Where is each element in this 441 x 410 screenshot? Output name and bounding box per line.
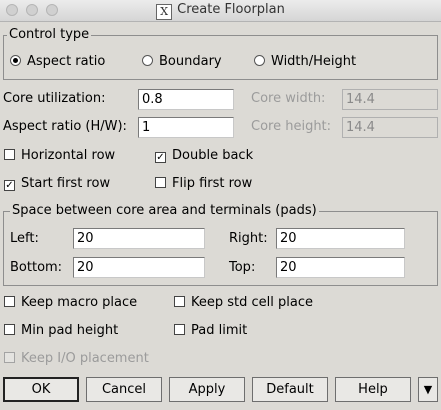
cancel-button[interactable]: Cancel <box>86 377 162 402</box>
core-width-input: 14.4 <box>342 89 438 110</box>
more-options-button[interactable]: ▼ <box>418 377 438 402</box>
window-title-area: X Create Floorplan <box>0 2 441 20</box>
start-first-row-label: Start first row <box>21 176 111 191</box>
checkbox-unchecked-icon[interactable] <box>4 149 15 160</box>
start-first-row-checkbox[interactable]: ✓ Start first row <box>4 176 110 191</box>
x11-logo-icon: X <box>156 4 173 20</box>
aspect-ratio-label: Aspect ratio (H/W): <box>3 119 127 134</box>
bottom-input[interactable]: 20 <box>73 257 205 278</box>
core-width-label: Core width: <box>251 91 326 106</box>
radio-aspect-ratio-label: Aspect ratio <box>27 54 106 69</box>
checkbox-unchecked-icon[interactable] <box>174 296 185 307</box>
keep-macro-place-checkbox[interactable]: Keep macro place <box>4 295 137 310</box>
radio-boundary-label: Boundary <box>159 54 222 69</box>
radio-boundary[interactable]: Boundary <box>142 54 222 69</box>
keep-io-placement-label: Keep I/O placement <box>21 351 149 366</box>
right-input[interactable]: 20 <box>276 228 405 249</box>
checkbox-unchecked-icon[interactable] <box>174 324 185 335</box>
checkbox-checked-icon[interactable]: ✓ <box>4 180 15 191</box>
radio-width-height[interactable]: Width/Height <box>254 54 356 69</box>
core-utilization-label: Core utilization: <box>3 91 106 106</box>
radio-unselected-icon[interactable] <box>142 55 153 66</box>
checkbox-unchecked-icon[interactable] <box>4 296 15 307</box>
min-pad-height-label: Min pad height <box>21 323 119 338</box>
core-height-label: Core height: <box>251 119 332 134</box>
left-label: Left: <box>10 231 39 246</box>
checkbox-disabled-icon <box>4 352 15 363</box>
keep-std-cell-place-checkbox[interactable]: Keep std cell place <box>174 295 313 310</box>
apply-button[interactable]: Apply <box>169 377 245 402</box>
flip-first-row-label: Flip first row <box>172 176 253 191</box>
window-title: Create Floorplan <box>177 2 285 17</box>
aspect-ratio-input[interactable]: 1 <box>138 117 234 138</box>
double-back-checkbox[interactable]: ✓ Double back <box>155 148 253 163</box>
flip-first-row-checkbox[interactable]: Flip first row <box>155 176 252 191</box>
help-button[interactable]: Help <box>335 377 411 402</box>
radio-width-height-label: Width/Height <box>271 54 357 69</box>
top-label: Top: <box>229 260 256 275</box>
default-button[interactable]: Default <box>252 377 328 402</box>
checkbox-checked-icon[interactable]: ✓ <box>155 152 166 163</box>
min-pad-height-checkbox[interactable]: Min pad height <box>4 323 118 338</box>
checkbox-unchecked-icon[interactable] <box>155 177 166 188</box>
horizontal-row-label: Horizontal row <box>21 148 116 163</box>
radio-selected-icon[interactable] <box>10 55 21 66</box>
horizontal-row-checkbox[interactable]: Horizontal row <box>4 148 115 163</box>
radio-unselected-icon[interactable] <box>254 55 265 66</box>
chevron-down-icon: ▼ <box>423 383 433 396</box>
checkbox-unchecked-icon[interactable] <box>4 324 15 335</box>
bottom-label: Bottom: <box>10 260 63 275</box>
radio-aspect-ratio[interactable]: Aspect ratio <box>10 54 105 69</box>
core-utilization-input[interactable]: 0.8 <box>138 89 234 110</box>
keep-io-placement-checkbox: Keep I/O placement <box>4 351 149 366</box>
top-input[interactable]: 20 <box>276 257 405 278</box>
keep-std-cell-place-label: Keep std cell place <box>191 295 313 310</box>
spacing-legend: Space between core area and terminals (p… <box>10 203 319 218</box>
pad-limit-label: Pad limit <box>191 323 248 338</box>
keep-macro-place-label: Keep macro place <box>21 295 138 310</box>
right-label: Right: <box>229 231 268 246</box>
ok-button[interactable]: OK <box>3 377 79 402</box>
left-input[interactable]: 20 <box>73 228 205 249</box>
control-type-legend: Control type <box>7 27 92 42</box>
double-back-label: Double back <box>172 148 254 163</box>
title-bar: X Create Floorplan <box>0 0 441 22</box>
core-height-input: 14.4 <box>342 117 438 138</box>
pad-limit-checkbox[interactable]: Pad limit <box>174 323 247 338</box>
